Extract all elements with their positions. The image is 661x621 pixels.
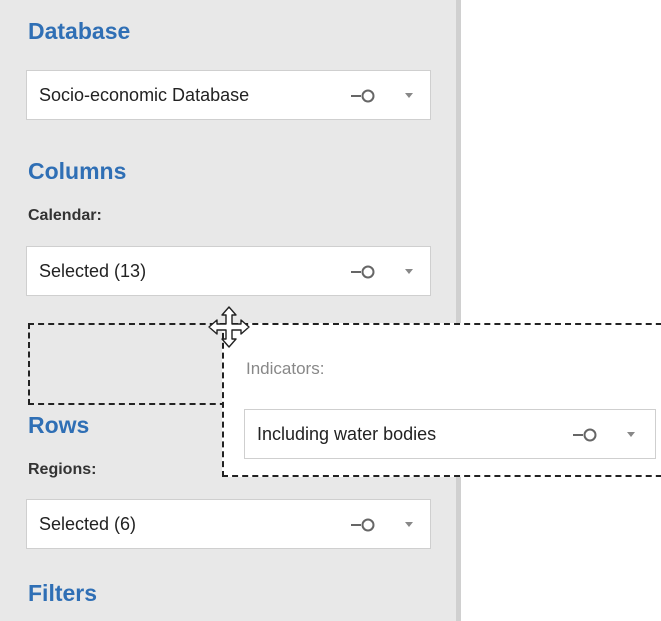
database-select[interactable]: Socio-economic Database bbox=[26, 70, 431, 120]
columns-section-title: Columns bbox=[28, 158, 127, 184]
pin-icon[interactable] bbox=[351, 518, 379, 532]
chevron-down-icon[interactable] bbox=[405, 522, 413, 528]
indicators-label: Indicators: bbox=[246, 359, 325, 378]
database-section-title: Database bbox=[28, 18, 131, 44]
regions-select-value: Selected (6) bbox=[39, 514, 137, 534]
indicators-select[interactable]: Including water bodies bbox=[244, 409, 656, 459]
calendar-label: Calendar: bbox=[28, 207, 102, 224]
pin-icon[interactable] bbox=[351, 89, 379, 103]
database-select-value: Socio-economic Database bbox=[39, 85, 250, 105]
chevron-down-icon[interactable] bbox=[405, 93, 413, 99]
rows-section-title: Rows bbox=[28, 412, 90, 438]
regions-select[interactable]: Selected (6) bbox=[26, 499, 431, 549]
chevron-down-icon[interactable] bbox=[405, 269, 413, 275]
panel-splitter[interactable] bbox=[456, 0, 461, 621]
filters-section-title: Filters bbox=[28, 580, 98, 606]
pin-icon[interactable] bbox=[351, 265, 379, 279]
calendar-select-value: Selected (13) bbox=[39, 261, 147, 281]
indicators-select-value: Including water bodies bbox=[257, 424, 437, 444]
pin-icon[interactable] bbox=[573, 428, 601, 442]
chevron-down-icon[interactable] bbox=[627, 432, 635, 438]
calendar-select[interactable]: Selected (13) bbox=[26, 246, 431, 296]
move-cursor-icon bbox=[208, 306, 250, 348]
stage: Database Socio-economic Database Columns… bbox=[0, 0, 661, 621]
dragged-indicators-card[interactable]: Indicators: Including water bodies bbox=[222, 323, 661, 477]
regions-label: Regions: bbox=[28, 461, 97, 478]
